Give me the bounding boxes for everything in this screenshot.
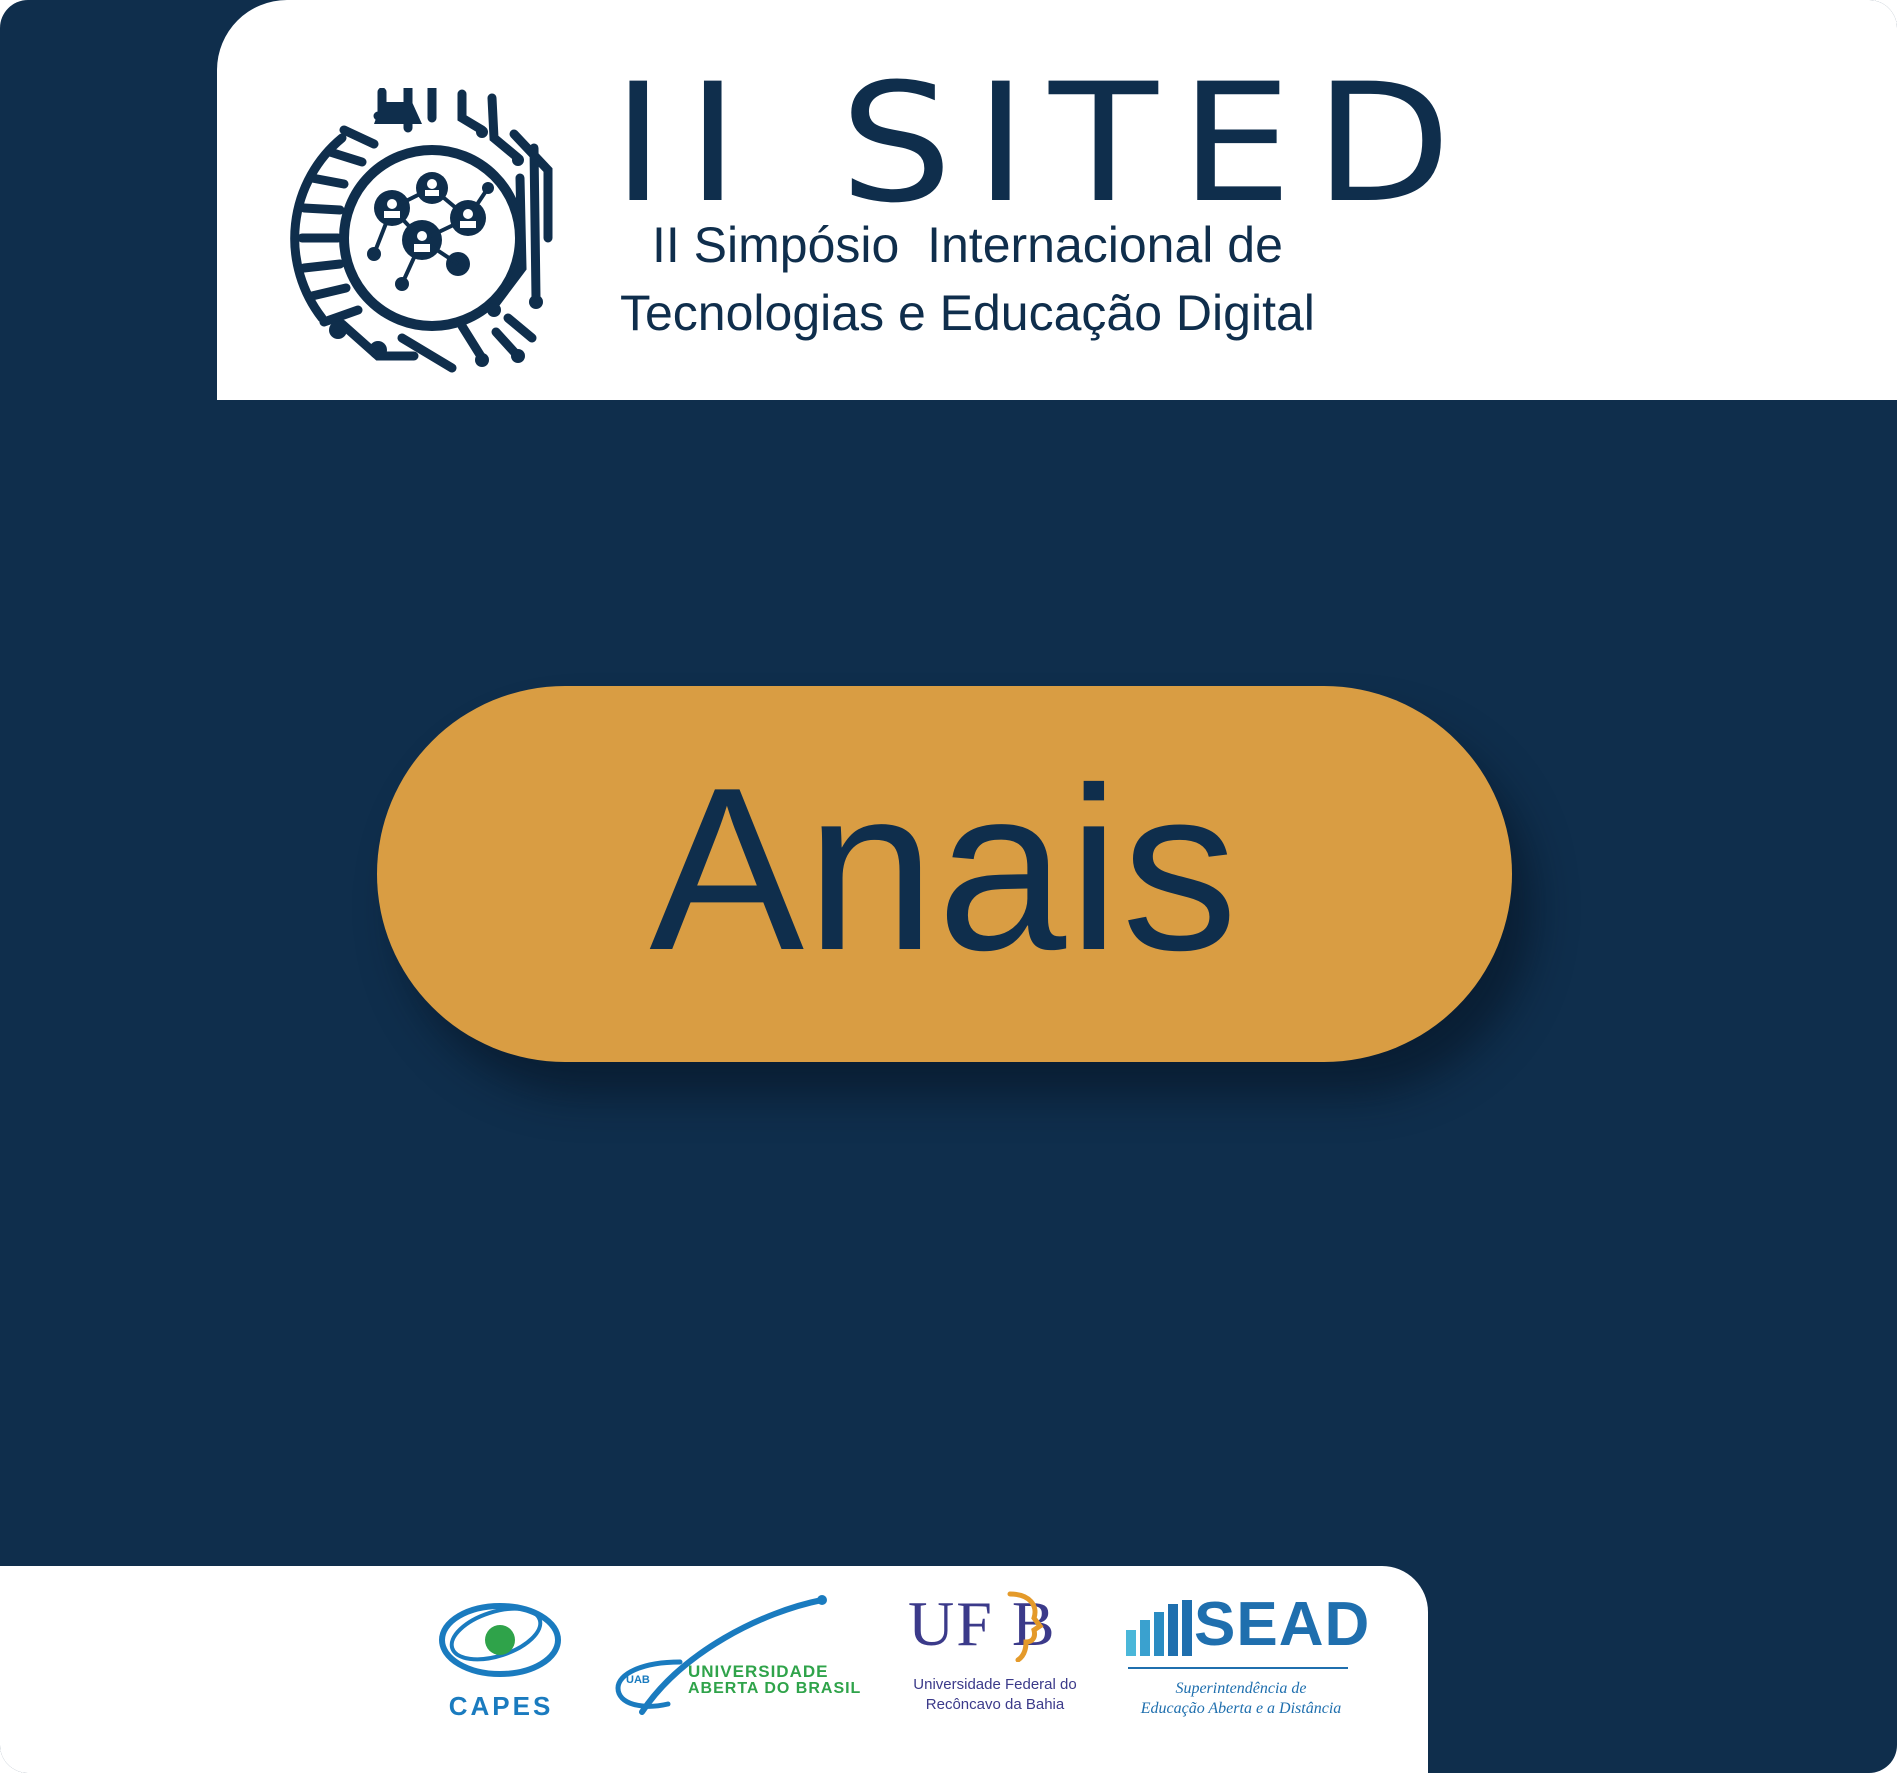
event-acronym: II SITED bbox=[612, 48, 1474, 239]
sead-line-1: Superintendência de bbox=[1175, 1680, 1307, 1697]
poster-frame: II SITED II Simpósio Internacional de Te… bbox=[0, 0, 1897, 1773]
uab-logo bbox=[615, 1595, 827, 1715]
ufrb-line-1: Universidade Federal do bbox=[913, 1676, 1077, 1693]
profile-face-icon bbox=[1007, 1591, 1044, 1662]
event-name-line-2: Tecnologias e Educação Digital bbox=[620, 285, 1315, 341]
book-bars-icon bbox=[1126, 1600, 1192, 1656]
capes-label: CAPES bbox=[448, 1691, 554, 1721]
anais-button-label: Anais bbox=[649, 740, 1240, 999]
anais-button[interactable]: Anais bbox=[377, 686, 1512, 1062]
uab-mini-label: UAB bbox=[626, 1674, 650, 1686]
event-name-line-1: II Simpósio Internacional de bbox=[652, 217, 1283, 273]
sead-line-2: Educação Aberta e a Distância bbox=[1140, 1700, 1342, 1717]
circuit-globe-icon bbox=[290, 88, 553, 373]
uab-line-1: UNIVERSIDADE bbox=[688, 1662, 829, 1681]
uab-line-2: ABERTA DO BRASIL bbox=[688, 1680, 862, 1697]
sead-mark: SEAD bbox=[1194, 1590, 1371, 1659]
ufrb-line-2: Recôncavo da Bahia bbox=[925, 1696, 1065, 1713]
sead-divider bbox=[1128, 1667, 1348, 1669]
